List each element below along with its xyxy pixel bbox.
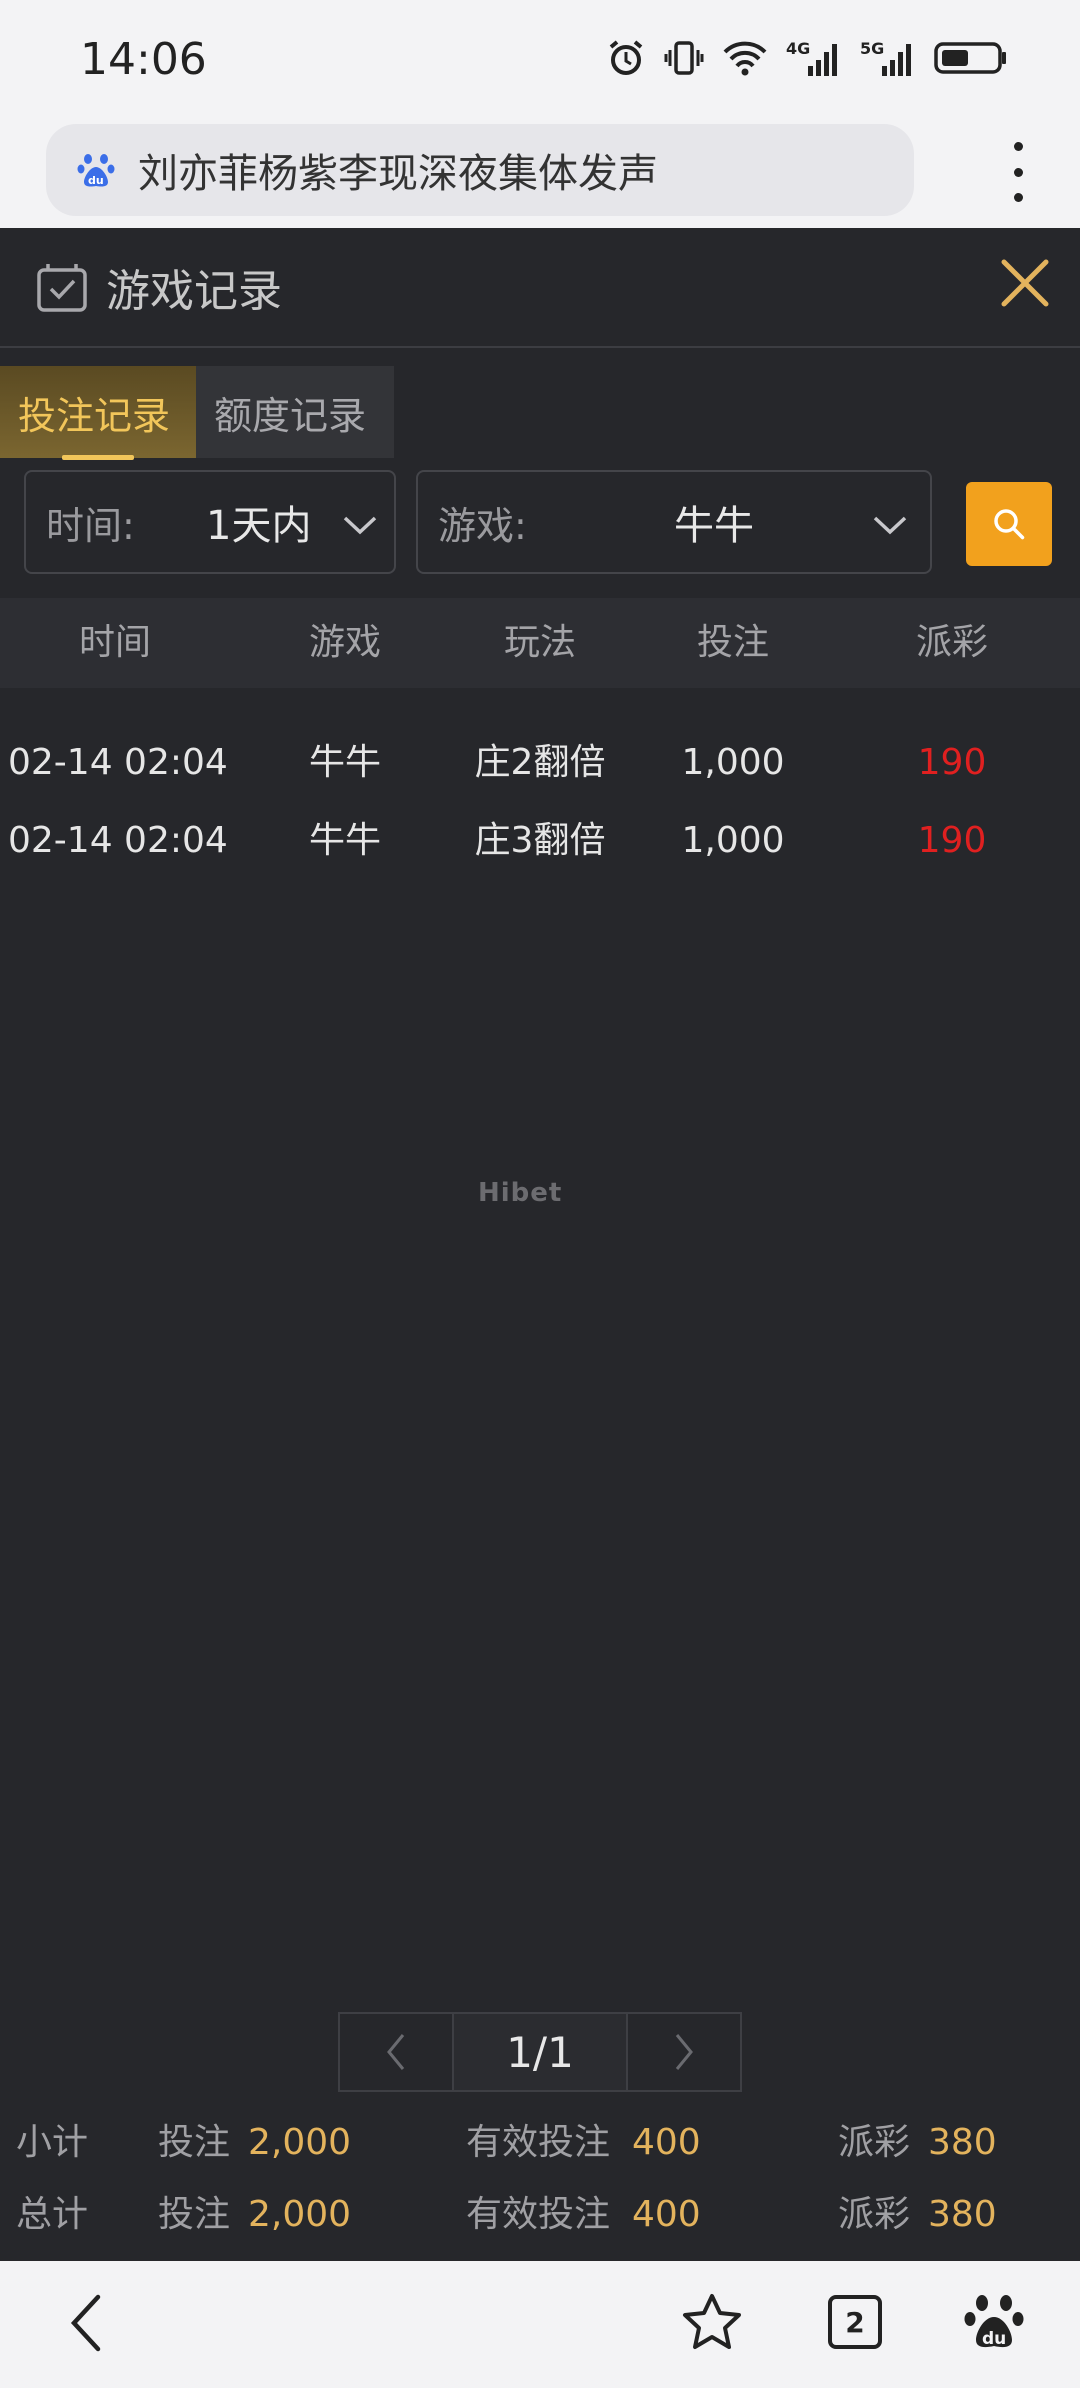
subtotal-valid-label: 有效投注: [466, 2122, 611, 2163]
cell-payout: 190: [917, 820, 987, 861]
svg-text:du: du: [88, 174, 104, 187]
next-page-button[interactable]: [626, 2012, 742, 2092]
prev-page-button[interactable]: [338, 2012, 454, 2092]
game-filter-value: 牛牛: [674, 503, 754, 549]
tab-credit-records[interactable]: 额度记录: [196, 366, 394, 458]
subtotal-payout-value: 380: [928, 2122, 997, 2163]
cell-game: 牛牛: [308, 820, 381, 861]
svg-text:5G: 5G: [860, 39, 884, 58]
subtotal-bet-value: 2,000: [248, 2122, 352, 2163]
tabs-button[interactable]: 2: [828, 2295, 882, 2349]
search-button[interactable]: [966, 482, 1052, 566]
table-header: 时间 游戏 玩法 投注 派彩: [0, 598, 1080, 688]
game-filter-select[interactable]: 游戏: 牛牛: [416, 470, 932, 574]
cell-bet: 1,000: [681, 820, 785, 861]
baidu-paw-icon[interactable]: du: [962, 2291, 1026, 2355]
time-filter-label: 时间:: [46, 503, 135, 548]
search-query-text: 刘亦菲杨紫李现深夜集体发声: [138, 151, 658, 197]
column-header-game: 游戏: [308, 622, 381, 663]
browser-bottom-nav: 2 du: [0, 2261, 1080, 2388]
chevron-down-icon: [873, 516, 907, 535]
table-row: 02-14 02:04 牛牛 庄3翻倍 1,000 190: [0, 802, 1080, 880]
panel-title: 游戏记录: [106, 266, 282, 317]
record-icon: [37, 264, 87, 312]
total-payout-value: 380: [928, 2194, 997, 2235]
total-valid-label: 有效投注: [466, 2194, 611, 2235]
svg-text:du: du: [982, 2329, 1006, 2349]
status-icons: 4G 5G: [606, 38, 1008, 78]
back-icon[interactable]: [66, 2291, 106, 2355]
tabs-count: 2: [845, 2305, 865, 2339]
chevron-down-icon: [343, 516, 377, 535]
total-row: 总计 投注 2,000 有效投注 400 派彩 380: [0, 2180, 1080, 2250]
cell-play: 庄3翻倍: [474, 820, 606, 861]
time-filter-select[interactable]: 时间: 1天内: [24, 470, 396, 574]
total-valid-value: 400: [632, 2194, 701, 2235]
subtotal-label: 小计: [16, 2122, 89, 2163]
baidu-icon: du: [77, 154, 115, 187]
cell-bet: 1,000: [681, 742, 785, 783]
star-icon[interactable]: [680, 2291, 744, 2355]
watermark-logo: Hibet: [478, 1178, 563, 1208]
total-bet-value: 2,000: [248, 2194, 352, 2235]
subtotal-valid-value: 400: [632, 2122, 701, 2163]
svg-text:4G: 4G: [786, 39, 810, 58]
cell-time: 02-14 02:04: [8, 742, 228, 783]
column-header-time: 时间: [78, 622, 151, 663]
column-header-payout: 派彩: [915, 622, 988, 663]
browser-address-bar: du 刘亦菲杨紫李现深夜集体发声: [0, 118, 1080, 228]
game-filter-label: 游戏:: [438, 503, 527, 548]
battery-icon: [934, 42, 1006, 74]
pagination: 1/1: [338, 2012, 742, 2092]
record-tabs: 投注记录 额度记录: [0, 366, 394, 460]
column-header-play: 玩法: [503, 622, 576, 663]
chevron-right-icon: [675, 2034, 693, 2070]
signal-4g-icon: 4G: [786, 39, 837, 76]
wifi-icon: [723, 41, 767, 76]
status-time: 14:06: [80, 34, 207, 85]
vibrate-icon: [664, 41, 704, 75]
more-icon[interactable]: [1008, 142, 1028, 202]
subtotal-payout-label: 派彩: [838, 2122, 911, 2163]
subtotal-row: 小计 投注 2,000 有效投注 400 派彩 380: [0, 2108, 1080, 2178]
total-bet-label: 投注: [158, 2194, 231, 2235]
total-label: 总计: [16, 2194, 89, 2235]
cell-play: 庄2翻倍: [474, 742, 606, 783]
tab-bet-records[interactable]: 投注记录: [0, 366, 196, 460]
total-payout-label: 派彩: [838, 2194, 911, 2235]
alarm-icon: [609, 40, 643, 75]
time-filter-value: 1天内: [206, 503, 312, 549]
cell-payout: 190: [917, 742, 987, 783]
panel-header: 游戏记录: [0, 228, 1080, 348]
game-record-panel: 游戏记录 投注记录 额度记录 时间: 1天内 游戏: 牛牛 时间 游戏 玩法 投…: [0, 228, 1080, 2261]
chevron-left-icon: [387, 2034, 405, 2070]
subtotal-bet-label: 投注: [158, 2122, 231, 2163]
signal-5g-icon: 5G: [860, 39, 911, 76]
page-indicator: 1/1: [454, 2012, 626, 2092]
table-row: 02-14 02:04 牛牛 庄2翻倍 1,000 190: [0, 724, 1080, 802]
close-icon[interactable]: [992, 250, 1058, 316]
status-bar: 14:06 4G 5G: [0, 0, 1080, 118]
cell-time: 02-14 02:04: [8, 820, 228, 861]
search-box[interactable]: du 刘亦菲杨紫李现深夜集体发声: [46, 124, 914, 216]
column-header-bet: 投注: [696, 622, 769, 663]
search-icon: [994, 509, 1025, 540]
cell-game: 牛牛: [308, 742, 381, 783]
